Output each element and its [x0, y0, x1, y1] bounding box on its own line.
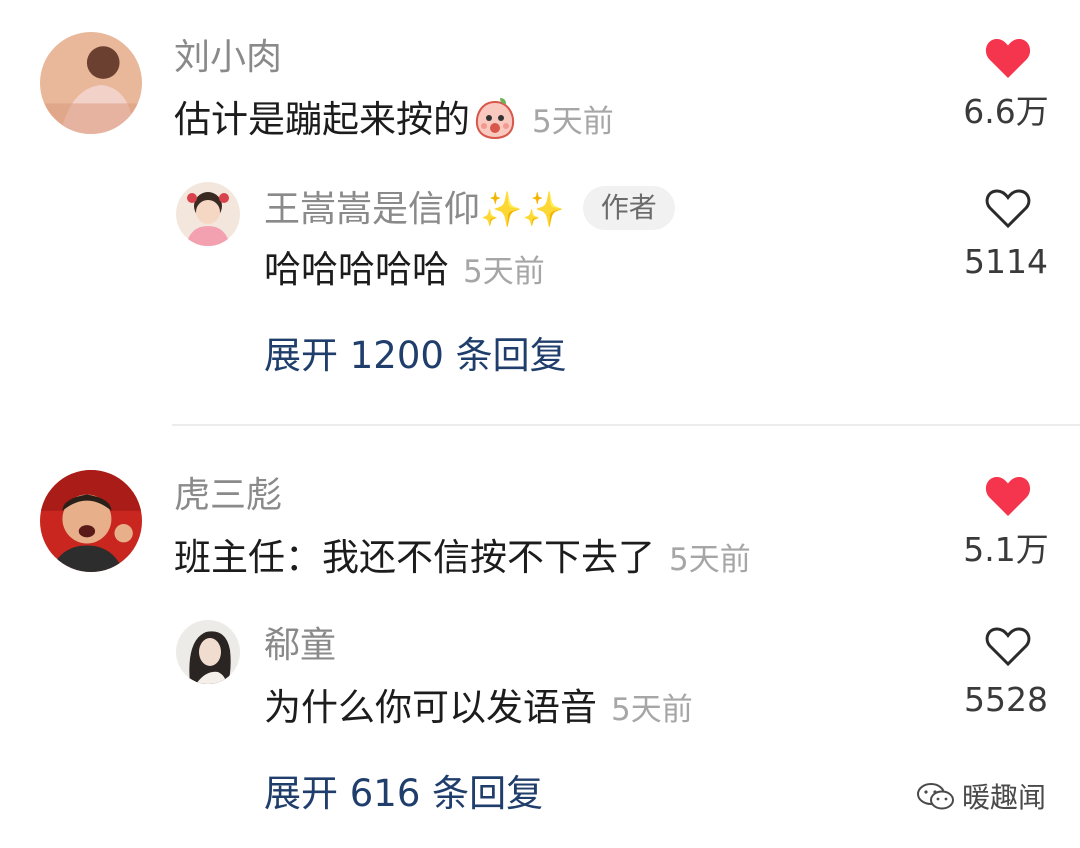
comment-avatar[interactable] [40, 470, 142, 572]
reply-text: 哈哈哈哈哈 5天前 [264, 246, 545, 296]
comment-text: 班主任：我还不信按不下去了 5天前 [174, 534, 751, 584]
like-count: 6.6万 [963, 92, 1049, 131]
peach-face-emoji-icon [472, 96, 518, 140]
like-heart-icon[interactable] [984, 36, 1032, 80]
reply-body: 为什么你可以发语音 [264, 686, 597, 729]
reply-username-text[interactable]: 王嵩嵩是信仰 [264, 189, 480, 230]
comment-avatar[interactable] [40, 32, 142, 134]
reply-username[interactable]: 郗童 [264, 624, 336, 668]
comment-username[interactable]: 虎三彪 [174, 474, 282, 518]
sparkles-emoji: ✨✨ [480, 190, 565, 230]
wechat-icon [916, 783, 954, 810]
reply-time: 5天前 [611, 692, 693, 728]
comment-time: 5天前 [532, 104, 614, 140]
reply-body: 哈哈哈哈哈 [264, 248, 449, 291]
watermark: 暖趣闻 [916, 778, 1046, 818]
comment-body: 估计是蹦起来按的 [174, 98, 470, 141]
reply-like-count: 5114 [964, 242, 1048, 281]
comment-divider [172, 424, 1080, 426]
expand-replies-link[interactable]: 展开 616 条回复 [264, 770, 543, 818]
comment-body: 班主任：我还不信按不下去了 [174, 536, 655, 579]
reply-text: 为什么你可以发语音 5天前 [264, 684, 693, 734]
author-badge: 作者 [582, 186, 675, 230]
expand-replies-link[interactable]: 展开 1200 条回复 [264, 332, 567, 380]
watermark-text: 暖趣闻 [961, 781, 1046, 814]
reply-like-count: 5528 [964, 680, 1048, 719]
comment-username[interactable]: 刘小肉 [174, 36, 282, 80]
comment-text: 估计是蹦起来按的 5天前 [174, 96, 614, 146]
like-heart-outline-icon[interactable] [984, 624, 1032, 668]
like-heart-icon[interactable] [984, 474, 1032, 518]
reply-avatar[interactable] [176, 620, 240, 684]
reply-username: 王嵩嵩是信仰✨✨ 作者 [264, 186, 675, 232]
comment-time: 5天前 [669, 542, 751, 578]
reply-time: 5天前 [463, 254, 545, 290]
like-heart-outline-icon[interactable] [984, 186, 1032, 230]
like-count: 5.1万 [963, 530, 1049, 569]
reply-avatar[interactable] [176, 182, 240, 246]
